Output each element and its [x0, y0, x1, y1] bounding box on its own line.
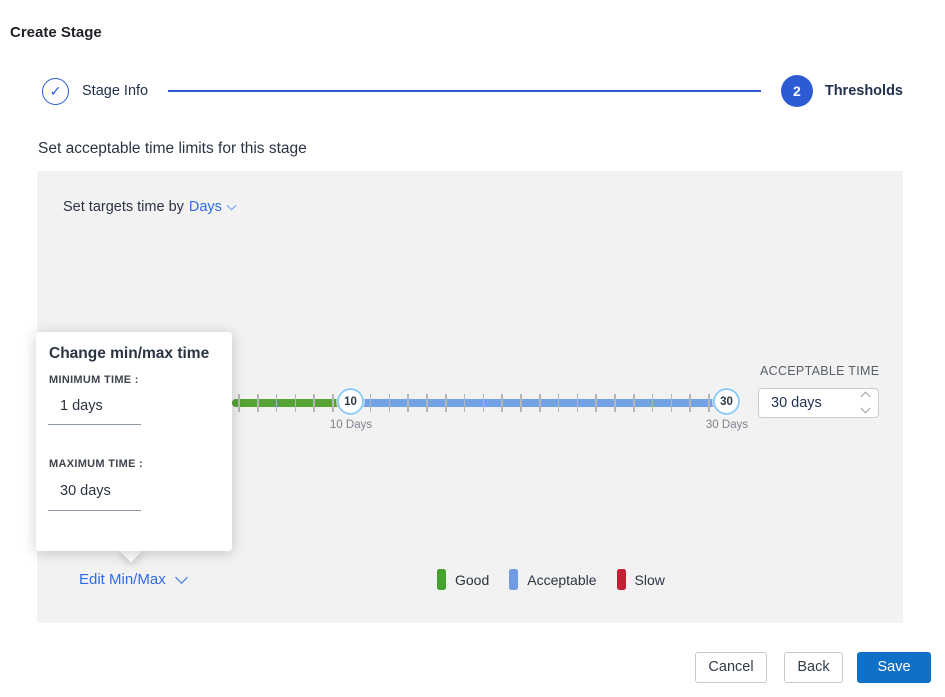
- acceptable-label: Acceptable: [527, 572, 596, 588]
- minimum-input-underline: [48, 424, 141, 425]
- legend-item-good: Good: [437, 569, 489, 590]
- maximum-time-input[interactable]: [60, 483, 190, 499]
- stepper-connector-line: [168, 90, 761, 92]
- spinner-up-icon[interactable]: [861, 392, 871, 402]
- page-title: Create Stage: [10, 24, 102, 41]
- stepper: ✓ Stage Info 2 Thresholds: [42, 74, 903, 108]
- step-stage-info-label: Stage Info: [82, 83, 148, 99]
- time-unit-dropdown[interactable]: Days: [189, 199, 235, 215]
- step-number-badge: 2: [781, 75, 813, 107]
- chevron-down-icon: [175, 571, 188, 584]
- maximum-time-label: MAXIMUM TIME :: [49, 458, 143, 470]
- save-button[interactable]: Save: [857, 652, 931, 683]
- legend-item-slow: Slow: [617, 569, 665, 590]
- legend-item-acceptable: Acceptable: [509, 569, 596, 590]
- time-slider-track[interactable]: [232, 399, 727, 407]
- edit-minmax-link[interactable]: Edit Min/Max: [79, 571, 186, 588]
- spinner-down-icon[interactable]: [861, 404, 871, 414]
- minimum-time-input[interactable]: [60, 398, 190, 414]
- good-label: Good: [455, 572, 489, 588]
- acceptable-time-input[interactable]: [759, 389, 844, 417]
- legend: Good Acceptable Slow: [437, 569, 665, 590]
- slider-min-caption: 10 Days: [311, 419, 391, 431]
- edit-minmax-label: Edit Min/Max: [79, 571, 166, 588]
- acceptable-time-field: [758, 388, 879, 418]
- good-swatch: [437, 569, 446, 590]
- step-thresholds-label: Thresholds: [825, 83, 903, 99]
- time-unit-value: Days: [189, 199, 222, 215]
- back-button[interactable]: Back: [784, 652, 843, 683]
- slider-max-caption: 30 Days: [687, 419, 767, 431]
- step-stage-info[interactable]: ✓ Stage Info: [42, 78, 148, 105]
- acceptable-time-label: ACCEPTABLE TIME: [760, 364, 879, 378]
- maximum-input-underline: [48, 510, 141, 511]
- section-heading: Set acceptable time limits for this stag…: [38, 140, 307, 158]
- minmax-popover: Change min/max time MINIMUM TIME : MAXIM…: [36, 332, 232, 551]
- minimum-time-label: MINIMUM TIME :: [49, 374, 139, 386]
- slider-min-handle[interactable]: 10: [337, 388, 364, 415]
- slow-swatch: [617, 569, 626, 590]
- popover-title: Change min/max time: [49, 345, 209, 363]
- set-targets-row: Set targets time by Days: [63, 199, 235, 215]
- slider-max-handle[interactable]: 30: [713, 388, 740, 415]
- acceptable-swatch: [509, 569, 518, 590]
- set-targets-label: Set targets time by: [63, 199, 184, 215]
- chevron-down-icon: [226, 201, 236, 211]
- step-completed-check-icon: ✓: [42, 78, 69, 105]
- cancel-button[interactable]: Cancel: [695, 652, 767, 683]
- slow-label: Slow: [635, 572, 665, 588]
- acceptable-time-spinner: [862, 393, 869, 412]
- step-thresholds[interactable]: 2 Thresholds: [781, 75, 903, 107]
